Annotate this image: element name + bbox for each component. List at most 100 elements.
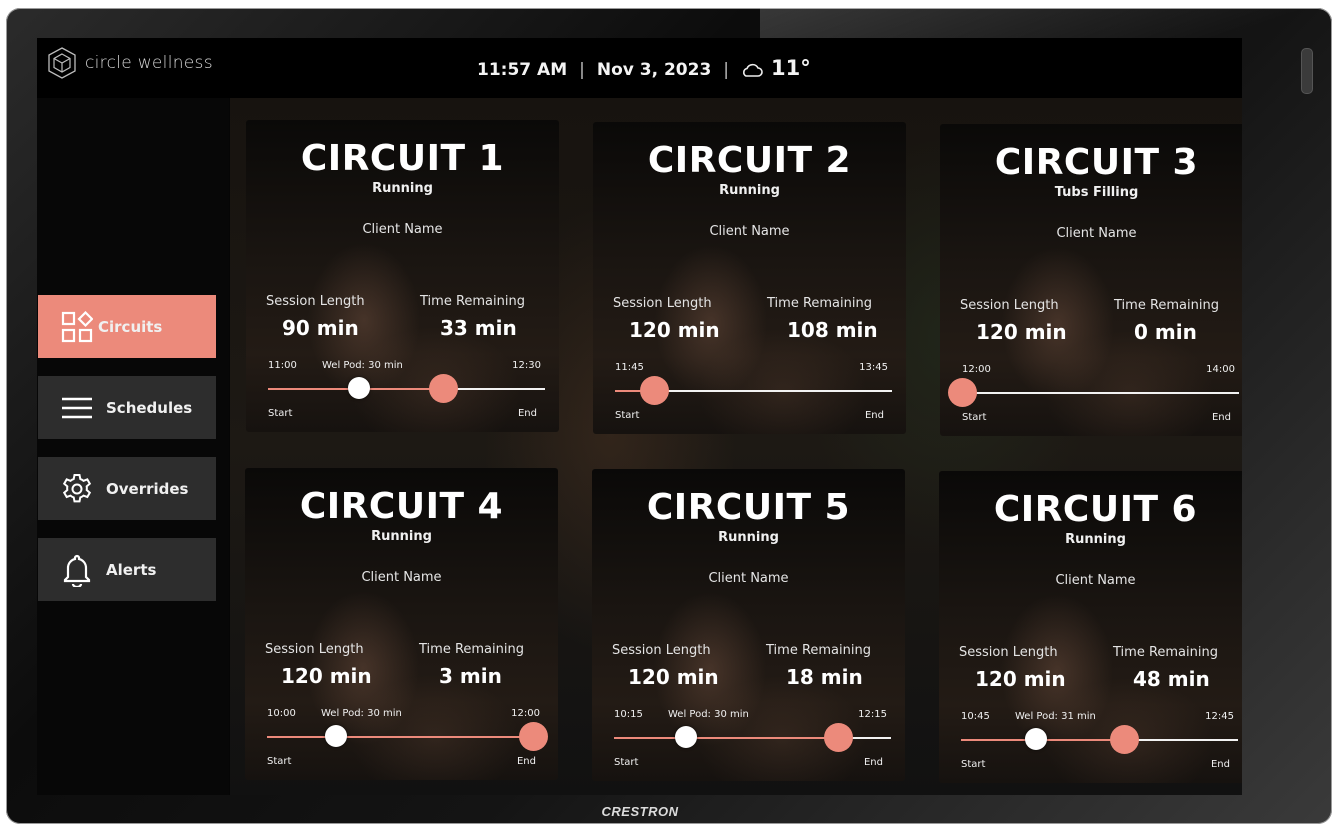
end-time: 12:00 <box>511 708 540 719</box>
client-name: Client Name <box>1056 226 1137 241</box>
client-name: Client Name <box>709 224 790 239</box>
start-label: Start <box>267 756 292 767</box>
session-length-label: Session Length <box>612 643 711 658</box>
touch-screen: circle wellness 11:57 AM | Nov 3, 2023 | 11°… <box>37 38 1242 795</box>
wel-pod-label: Wel Pod: 31 min <box>1015 711 1096 722</box>
session-length-value: 120 min <box>975 667 1066 691</box>
gear-icon <box>60 472 94 506</box>
time-remaining-label: Time Remaining <box>419 642 524 657</box>
time-remaining-value: 0 min <box>1134 320 1197 344</box>
progress-knob[interactable] <box>518 722 548 751</box>
sidebar-item-alerts[interactable]: Alerts <box>38 538 216 601</box>
time-remaining-value: 108 min <box>787 318 878 342</box>
session-length-label: Session Length <box>613 296 712 311</box>
circuit-card[interactable]: CIRCUIT 2 Running Client Name Session Le… <box>593 122 906 434</box>
circuit-title: CIRCUIT 2 <box>647 140 852 181</box>
circuit-status: Running <box>371 529 432 544</box>
end-label: End <box>863 757 883 768</box>
progress-knob[interactable] <box>428 374 458 403</box>
pod-marker-knob[interactable] <box>1024 728 1047 750</box>
session-length-value: 120 min <box>281 664 372 688</box>
end-label: End <box>864 410 884 421</box>
sidebar-item-schedules[interactable]: Schedules <box>38 376 216 439</box>
client-name: Client Name <box>1055 573 1136 588</box>
time-remaining-label: Time Remaining <box>767 296 872 311</box>
circuit-status: Running <box>1065 532 1126 547</box>
progress-knob[interactable] <box>639 376 669 405</box>
circuit-card[interactable]: CIRCUIT 4 Running Client Name Session Le… <box>245 468 558 780</box>
session-length-label: Session Length <box>266 294 365 309</box>
session-length-label: Session Length <box>959 645 1058 660</box>
pod-marker-knob[interactable] <box>325 725 348 747</box>
status-clock: 11:57 AM | Nov 3, 2023 | 11° <box>477 56 811 80</box>
grid-icon <box>60 310 94 344</box>
session-length-value: 120 min <box>976 320 1067 344</box>
progress-knob[interactable] <box>1110 725 1140 754</box>
circuit-title: CIRCUIT 3 <box>994 142 1199 183</box>
end-label: End <box>516 756 536 767</box>
separator: | <box>723 60 730 80</box>
circuit-card[interactable]: CIRCUIT 1 Running Client Name Session Le… <box>246 120 559 432</box>
start-time: 11:00 <box>268 360 297 371</box>
start-time: 10:45 <box>961 711 990 722</box>
progress-knob[interactable] <box>948 378 977 407</box>
start-time: 11:45 <box>615 362 644 373</box>
session-length-value: 120 min <box>629 318 720 342</box>
session-length-value: 120 min <box>628 665 719 689</box>
wel-pod-label: Wel Pod: 30 min <box>321 708 402 719</box>
time-remaining-value: 33 min <box>440 316 517 340</box>
circuit-card[interactable]: CIRCUIT 5 Running Client Name Session Le… <box>592 469 905 781</box>
circuit-card[interactable]: CIRCUIT 6 Running Client Name Session Le… <box>939 471 1242 783</box>
timeline-progress <box>267 736 533 738</box>
end-time: 14:00 <box>1206 364 1235 375</box>
end-time: 12:45 <box>1205 711 1234 722</box>
session-length-label: Session Length <box>960 298 1059 313</box>
start-time: 10:15 <box>614 709 643 720</box>
end-label: End <box>1211 412 1231 423</box>
progress-knob[interactable] <box>824 723 854 752</box>
circuit-title: CIRCUIT 4 <box>299 486 504 527</box>
sidebar-item-overrides[interactable]: Overrides <box>38 457 216 520</box>
sidebar-item-label: Alerts <box>106 560 157 579</box>
time-remaining-label: Time Remaining <box>1113 645 1218 660</box>
session-length-value: 90 min <box>282 316 359 340</box>
session-length-label: Session Length <box>265 642 364 657</box>
sidebar-item-circuits[interactable]: Circuits <box>38 295 216 358</box>
timeline-progress <box>614 737 839 739</box>
pod-marker-knob[interactable] <box>348 377 371 399</box>
wel-pod-label: Wel Pod: 30 min <box>668 709 749 720</box>
client-name: Client Name <box>362 222 443 237</box>
wel-pod-label: Wel Pod: 30 min <box>322 360 403 371</box>
start-time: 12:00 <box>962 364 991 375</box>
client-name: Client Name <box>708 571 789 586</box>
timeline-track <box>962 392 1239 394</box>
client-name: Client Name <box>361 570 442 585</box>
sidebar-item-label: Overrides <box>106 479 189 498</box>
time-remaining-value: 3 min <box>439 664 502 688</box>
circuit-title: CIRCUIT 5 <box>646 487 851 528</box>
start-label: Start <box>961 759 986 770</box>
circuit-title: CIRCUIT 6 <box>993 489 1198 530</box>
pod-marker-knob[interactable] <box>675 726 698 748</box>
circuit-title: CIRCUIT 1 <box>300 138 505 179</box>
circuit-card[interactable]: CIRCUIT 3 Tubs Filling Client Name Sessi… <box>940 124 1242 436</box>
sidebar-item-label: Schedules <box>106 398 193 417</box>
start-label: Start <box>962 412 987 423</box>
time-remaining-value: 18 min <box>786 665 863 689</box>
temperature: 11° <box>771 56 811 80</box>
time-remaining-value: 48 min <box>1133 667 1210 691</box>
end-label: End <box>1210 759 1230 770</box>
circuit-status: Running <box>719 183 780 198</box>
separator: | <box>579 60 585 80</box>
start-label: Start <box>268 408 293 419</box>
start-label: Start <box>614 757 639 768</box>
sidebar-item-label: Circuits <box>98 317 163 336</box>
time-remaining-label: Time Remaining <box>420 294 525 309</box>
sidebar: Circuits Schedules Overrides Alerts <box>37 98 229 795</box>
menu-icon <box>60 391 94 425</box>
bell-icon <box>60 553 94 587</box>
cloud-icon <box>743 63 763 77</box>
camera-sensor <box>1301 48 1313 94</box>
cube-logo-icon <box>48 47 76 79</box>
brand-name: circle wellness <box>85 53 213 73</box>
